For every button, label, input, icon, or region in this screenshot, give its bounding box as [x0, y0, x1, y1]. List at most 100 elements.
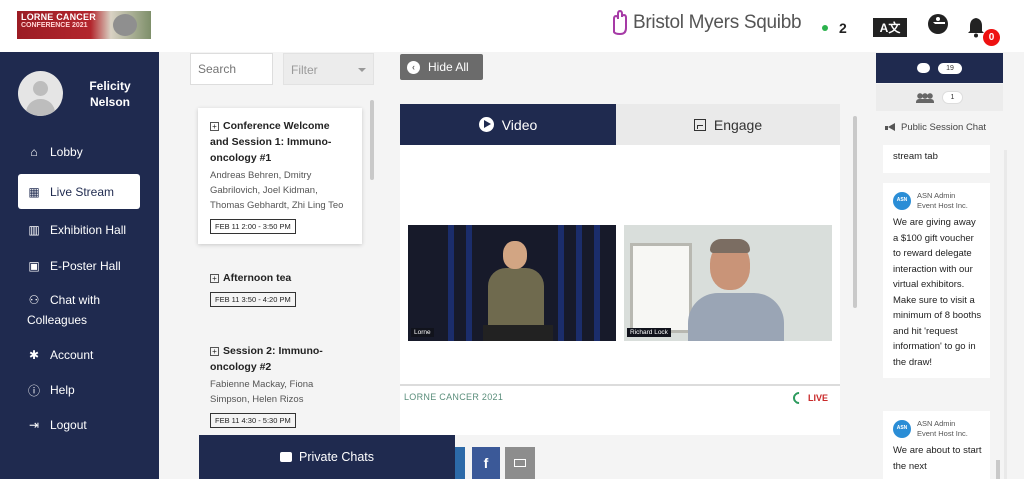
sidebar-item-label: Lobby	[50, 145, 83, 159]
sidebar-item-label: Account	[50, 348, 94, 362]
chat-messages-tab[interactable]: 19	[876, 53, 1003, 83]
chat-message-text: We are about to start the next	[893, 445, 982, 472]
sidebar-item-help[interactable]: ⓘ Help	[18, 381, 140, 399]
expand-icon[interactable]: +	[210, 274, 219, 283]
list-item[interactable]: + Afternoon tea FEB 11 3:50 - 4:20 PM	[198, 260, 362, 317]
top-bar: LORNE CANCER CONFERENCE 2021 Bristol Mye…	[0, 0, 1024, 52]
online-status-icon	[822, 25, 828, 31]
speaker-figure	[488, 268, 544, 328]
event-logo[interactable]: LORNE CANCER CONFERENCE 2021	[17, 11, 151, 39]
info-icon: ⓘ	[27, 383, 40, 398]
sidebar-item-label: Exhibition Hall	[50, 223, 127, 237]
poster-icon: ▣	[28, 259, 40, 273]
session-time: FEB 11 3:50 - 4:20 PM	[210, 292, 296, 307]
session-time: FEB 11 2:00 - 3:50 PM	[210, 219, 296, 234]
calendar-icon: ▦	[28, 184, 40, 199]
session-list-scrollbar[interactable]	[370, 100, 374, 180]
session-speakers: Fabienne Mackay, Fiona Simpson, Helen Ri…	[210, 379, 314, 405]
facebook-icon: f	[483, 455, 489, 471]
window-background	[630, 243, 692, 333]
chat-message-list: stream tab ASN ASN Admin Event Host Inc.…	[876, 145, 1003, 479]
hide-all-button[interactable]: ‹ Hide All	[400, 54, 483, 80]
event-logo-title: LORNE CANCER	[21, 12, 96, 22]
chat-scrollbar-track[interactable]	[1004, 150, 1007, 479]
live-badge: LIVE	[790, 389, 828, 407]
gear-icon: ✱	[28, 348, 40, 362]
chevron-down-icon	[358, 68, 366, 72]
session-list: + Conference Welcome and Session 1: Immun…	[192, 100, 372, 479]
podium	[483, 325, 553, 341]
sidebar-item-label: Logout	[50, 418, 87, 432]
bms-logo-icon	[613, 10, 627, 36]
sidebar-item-label: Live Stream	[50, 184, 115, 199]
filter-select[interactable]: Filter	[283, 53, 374, 85]
tab-label: Video	[501, 116, 538, 133]
play-icon	[478, 117, 494, 132]
chat-bubble-icon	[279, 452, 292, 462]
session-title: Afternoon tea	[223, 272, 292, 284]
session-time: FEB 11 4:30 - 5:30 PM	[210, 413, 296, 428]
chat-scrollbar-thumb[interactable]	[996, 460, 1000, 479]
share-facebook-button[interactable]: f	[472, 447, 500, 479]
brand-strip: LORNE CANCER 2021 LIVE	[400, 384, 840, 407]
hide-all-label: Hide All	[428, 60, 469, 74]
sidebar-item-live-stream[interactable]: ▦ Live Stream	[18, 174, 140, 209]
live-label: LIVE	[807, 393, 828, 403]
chat-message: stream tab	[883, 145, 990, 173]
chat-sender-role: Event Host Inc.	[917, 201, 968, 210]
video-feed-label: Richard Lock	[627, 328, 671, 337]
chat-sender: ASN Admin	[917, 419, 956, 428]
sidebar-item-account[interactable]: ✱ Account	[18, 346, 140, 364]
megaphone-icon	[885, 123, 896, 132]
list-item[interactable]: + Session 2: Immuno-oncology #2 Fabienne …	[198, 333, 362, 438]
sidebar-item-lobby[interactable]: ⌂ Lobby	[18, 143, 140, 161]
users-icon	[915, 92, 934, 103]
search-input[interactable]	[190, 53, 273, 85]
logout-icon: ⇥	[28, 418, 40, 432]
translate-icon[interactable]: A文	[873, 18, 907, 37]
session-speakers: Andreas Behren, Dmitry Gabrilovich, Joel…	[210, 170, 344, 211]
sidebar-item-label: E-Poster Hall	[50, 259, 121, 273]
brand-strip-text: LORNE CANCER 2021	[404, 392, 504, 402]
notification-badge: 0	[983, 29, 1000, 46]
expand-icon[interactable]: +	[210, 347, 219, 356]
private-chats-button[interactable]: Private Chats	[199, 435, 455, 479]
sidebar-item-logout[interactable]: ⇥ Logout	[18, 416, 140, 434]
chat-avatar: ASN	[893, 192, 911, 210]
tab-video[interactable]: Video	[400, 104, 616, 145]
participant-figure	[688, 293, 784, 341]
sidebar: Felicity Nelson ⌂ Lobby ▦ Live Stream ▥ …	[0, 52, 159, 479]
message-count: 19	[938, 62, 962, 74]
chat-message-text: stream tab	[893, 151, 938, 162]
tab-engage[interactable]: Engage	[616, 104, 840, 145]
chat-sender: ASN Admin	[917, 191, 956, 200]
video-feed-label: Lorne	[411, 328, 434, 337]
video-feed-remote[interactable]: Richard Lock	[624, 225, 832, 341]
tab-label: Engage	[713, 116, 763, 133]
engage-icon	[693, 118, 706, 131]
chat-message: ASN ASN Admin Event Host Inc. We are abo…	[883, 411, 990, 479]
sidebar-item-chat-with-colleagues[interactable]: ⚇ Chat with Colleagues	[18, 290, 118, 330]
main-scrollbar[interactable]	[853, 116, 857, 308]
chat-people-tab[interactable]: 1	[876, 84, 1003, 111]
video-feed-stage[interactable]: Lorne	[408, 225, 616, 341]
sidebar-item-e-poster-hall[interactable]: ▣ E-Poster Hall	[18, 257, 140, 275]
participant-hair	[710, 239, 750, 253]
list-item[interactable]: + Conference Welcome and Session 1: Immun…	[198, 108, 362, 244]
sidebar-item-exhibition-hall[interactable]: ▥ Exhibition Hall	[18, 221, 140, 239]
avatar[interactable]	[18, 71, 63, 116]
chat-bubble-icon	[917, 63, 931, 73]
accessibility-icon[interactable]	[928, 14, 948, 34]
sidebar-item-label: Chat with Colleagues	[27, 293, 101, 327]
chat-avatar: ASN	[893, 420, 911, 438]
share-email-button[interactable]	[505, 447, 535, 479]
sponsor-name: Bristol Myers Squibb	[633, 12, 802, 33]
share-twitter-button[interactable]	[455, 447, 465, 479]
home-icon: ⌂	[30, 145, 38, 159]
private-chats-label: Private Chats	[298, 450, 375, 464]
live-signal-icon	[790, 389, 808, 407]
mail-icon	[514, 459, 526, 467]
public-chat-title: Public Session Chat	[901, 122, 987, 133]
expand-icon[interactable]: +	[210, 122, 219, 131]
user-name: Felicity Nelson	[89, 79, 131, 109]
